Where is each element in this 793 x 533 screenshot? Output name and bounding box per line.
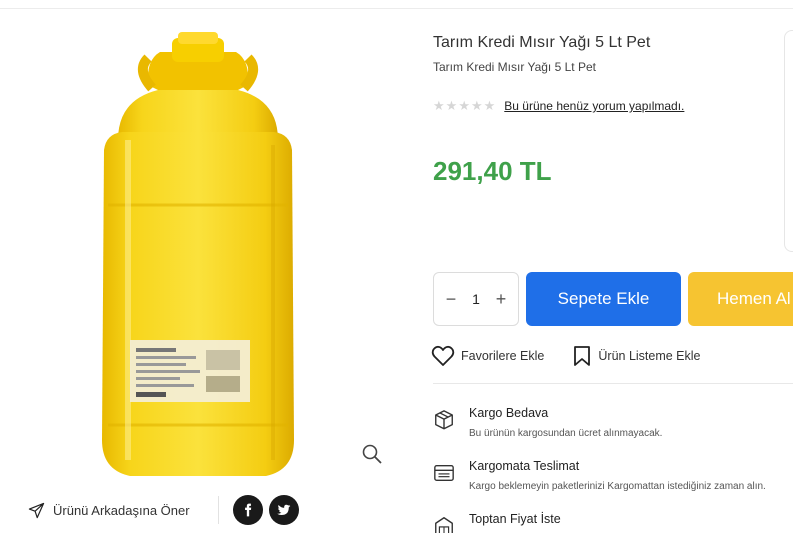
box-icon: [435, 410, 453, 430]
feature-desc: Bu ürünün kargosundan ücret alınmayacak.: [469, 428, 663, 439]
add-to-favorites-button[interactable]: Favorilere Ekle: [431, 345, 544, 367]
send-icon: [28, 502, 45, 518]
quantity-stepper: − +: [433, 272, 519, 326]
decrease-quantity-button[interactable]: −: [442, 289, 460, 310]
feature-wholesale-price: Toptan Fiyat İste: [433, 512, 561, 533]
locker-icon: [434, 464, 454, 482]
wishlist-row: Favorilere Ekle Ürün Listeme Ekle: [431, 345, 701, 367]
zoom-icon[interactable]: [360, 442, 384, 466]
twitter-icon: [277, 504, 291, 515]
star-icon: ★: [470, 98, 483, 113]
section-divider: [433, 383, 793, 384]
bookmark-icon: [574, 346, 591, 366]
feature-title: Toptan Fiyat İste: [469, 512, 561, 526]
buy-now-button[interactable]: Hemen Al: [688, 272, 793, 326]
star-icon: ★: [458, 98, 470, 113]
feature-desc: Kargo beklemeyin paketlerinizi Kargomatt…: [469, 481, 766, 492]
product-subtitle: Tarım Kredi Mısır Yağı 5 Lt Pet: [433, 60, 596, 74]
header-divider: [0, 8, 793, 9]
product-image[interactable]: [88, 30, 308, 485]
warehouse-icon: [435, 517, 453, 533]
list-label: Ürün Listeme Ekle: [598, 349, 701, 363]
increase-quantity-button[interactable]: +: [492, 289, 510, 310]
rating-stars: ★ ★ ★ ★ ★: [433, 98, 495, 114]
star-icon: ★: [445, 98, 458, 113]
recommend-label: Ürünü Arkadaşına Öner: [53, 502, 190, 518]
rating-row: ★ ★ ★ ★ ★ Bu ürüne henüz yorum yapılmadı…: [433, 98, 684, 114]
share-divider: [217, 496, 219, 524]
heart-icon: [431, 345, 455, 366]
feature-title: Kargomata Teslimat: [469, 459, 580, 473]
add-to-list-button[interactable]: Ürün Listeme Ekle: [572, 345, 701, 367]
feature-title: Kargo Bedava: [469, 406, 549, 420]
star-icon: ★: [433, 98, 445, 113]
feature-free-shipping: Kargo Bedava Bu ürünün kargosundan ücret…: [433, 406, 662, 439]
side-panel: [784, 30, 793, 252]
favorites-label: Favorilere Ekle: [461, 349, 545, 363]
quantity-input[interactable]: [466, 291, 486, 307]
star-icon: ★: [483, 98, 496, 113]
recommend-to-friend-link[interactable]: Ürünü Arkadaşına Öner: [28, 502, 190, 519]
facebook-icon: [244, 503, 251, 517]
feature-locker-delivery: Kargomata Teslimat Kargo beklemeyin pake…: [433, 459, 766, 492]
share-row: Ürünü Arkadaşına Öner: [28, 494, 305, 526]
add-to-cart-button[interactable]: Sepete Ekle: [526, 272, 681, 326]
facebook-share-button[interactable]: [232, 495, 263, 525]
review-link[interactable]: Bu ürüne henüz yorum yapılmadı.: [504, 99, 684, 113]
product-price: 291,40 TL: [433, 156, 552, 186]
product-title: Tarım Kredi Mısır Yağı 5 Lt Pet: [433, 34, 651, 51]
twitter-share-button[interactable]: [268, 495, 299, 525]
